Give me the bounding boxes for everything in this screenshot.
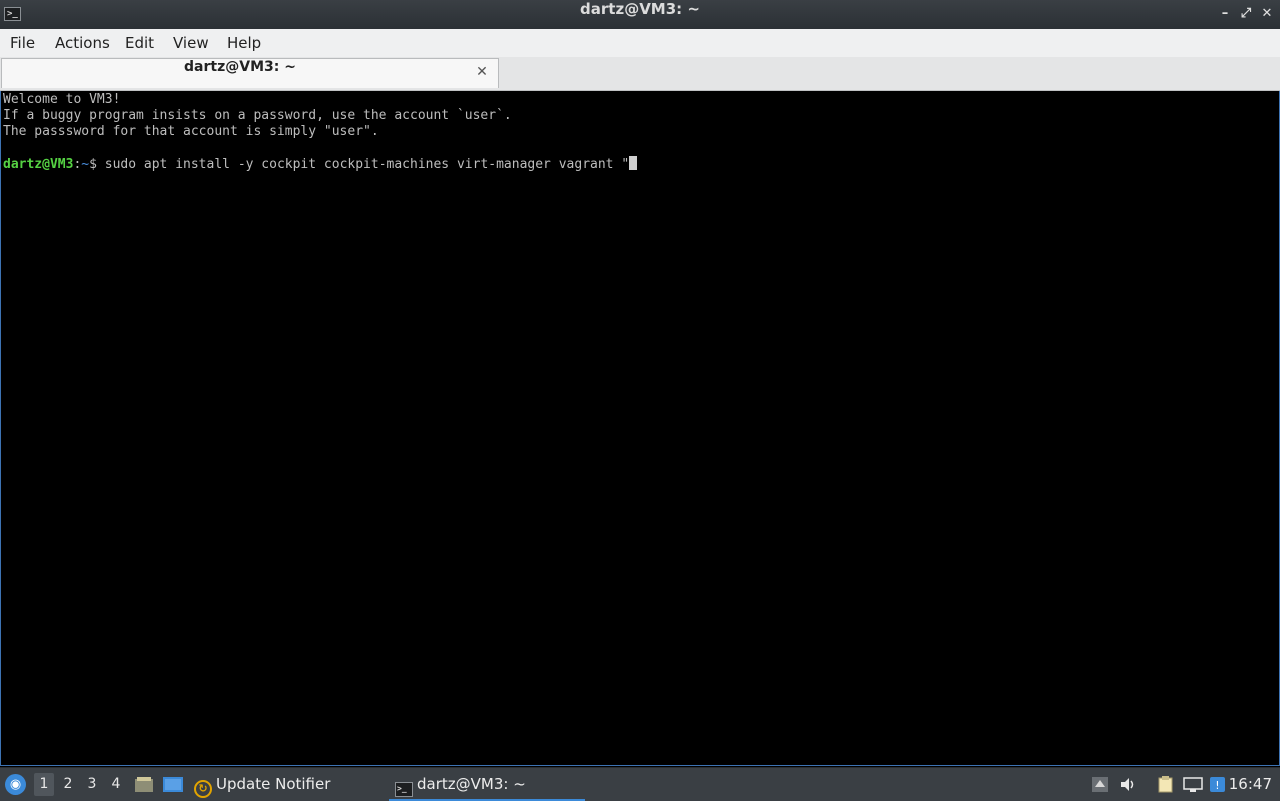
task-terminal[interactable]: >_ dartz@VM3: ~ (389, 768, 585, 801)
workspace-4[interactable]: 4 (106, 773, 126, 796)
command-text: sudo apt install -y cockpit cockpit-mach… (96, 157, 630, 172)
menu-file[interactable]: File (10, 29, 35, 57)
prompt-user: dartz@VM3 (3, 157, 74, 172)
terminal-icon: >_ (395, 782, 413, 797)
task-label: Update Notifier (216, 775, 331, 793)
menu-help[interactable]: Help (227, 29, 261, 57)
minimize-button[interactable]: – (1217, 6, 1233, 22)
menu-edit[interactable]: Edit (125, 29, 154, 57)
workspace-2[interactable]: 2 (58, 773, 78, 796)
terminal-line: The passsword for that account is simply… (3, 124, 379, 139)
volume-icon[interactable] (1119, 776, 1137, 793)
start-menu-icon[interactable]: ◉ (5, 774, 26, 795)
terminal-output[interactable]: Welcome to VM3! If a buggy program insis… (0, 91, 1280, 766)
text-cursor (629, 156, 638, 170)
desktop-icon[interactable] (162, 776, 183, 793)
update-indicator-icon[interactable]: ! (1209, 776, 1227, 793)
taskbar: ◉ 1 2 3 4 ↻ Update Notifier >_ dartz@VM3: … (0, 767, 1280, 801)
workspace-3[interactable]: 3 (82, 773, 102, 796)
tab-bar: dartz@VM3: ~ ✕ (0, 57, 1280, 91)
tray-up-arrow-icon[interactable] (1091, 776, 1109, 793)
update-notifier-icon: ↻ (194, 780, 212, 798)
menu-actions[interactable]: Actions (55, 29, 110, 57)
workspace-1[interactable]: 1 (34, 773, 54, 796)
close-button[interactable]: ✕ (1259, 6, 1275, 22)
menu-bar: File Actions Edit View Help (0, 29, 1280, 58)
tab-label: dartz@VM3: ~ (184, 59, 296, 75)
window-titlebar[interactable]: >_ dartz@VM3: ~ – ⤢ ✕ (0, 0, 1280, 30)
window-title: dartz@VM3: ~ (580, 0, 700, 18)
file-manager-icon[interactable] (134, 776, 154, 793)
tab-terminal[interactable]: dartz@VM3: ~ ✕ (1, 58, 499, 88)
network-icon[interactable] (1183, 776, 1203, 793)
tab-close-icon[interactable]: ✕ (474, 64, 490, 80)
terminal-line: Welcome to VM3! (3, 92, 121, 107)
terminal-line: If a buggy program insists on a password… (3, 108, 512, 123)
task-label: dartz@VM3: ~ (417, 775, 526, 793)
prompt-symbol: $ (89, 157, 97, 172)
clipboard-icon[interactable] (1156, 776, 1174, 793)
menu-view[interactable]: View (173, 29, 209, 57)
prompt-directory: ~ (81, 157, 90, 172)
task-update-notifier[interactable]: ↻ Update Notifier (194, 768, 384, 801)
clock[interactable]: 16:47 (1229, 768, 1272, 801)
svg-text:!: ! (1215, 779, 1219, 792)
maximize-button[interactable]: ⤢ (1238, 6, 1254, 22)
